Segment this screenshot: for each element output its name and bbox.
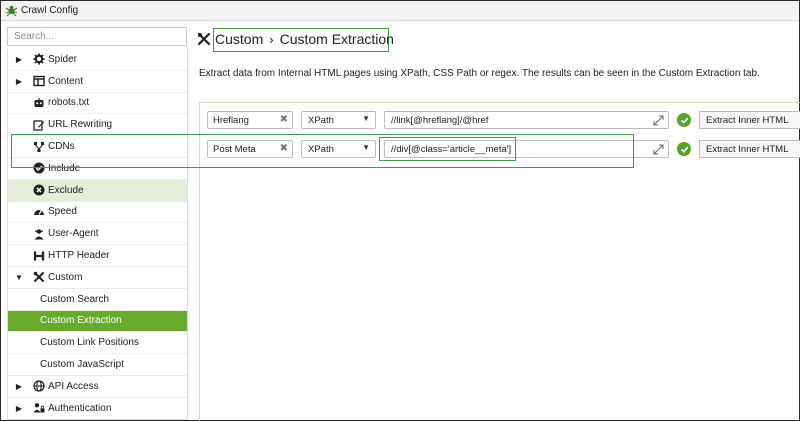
sidebar-item-label: HTTP Header	[48, 250, 110, 262]
sidebar-item-label: Speed	[48, 206, 77, 218]
sidebar-item-label: Authentication	[48, 402, 112, 414]
edit-icon	[32, 118, 45, 131]
caret-down-icon[interactable]: ▼	[14, 273, 24, 282]
x-circle-icon	[32, 184, 45, 197]
extract-mode-value: Extract Inner HTML	[706, 143, 789, 155]
tools-icon	[197, 32, 211, 46]
crawl-config-window: Crawl Config ▶ Spider ▶ Content robots.txt UR…	[0, 0, 800, 421]
expand-icon[interactable]	[653, 115, 664, 126]
extractor-row: Hreflang ✖ XPath ▼ //link[@hreflang]/@hr…	[200, 109, 800, 131]
sidebar-item-label: Custom Link Positions	[40, 337, 139, 349]
breadcrumb-separator: ›	[269, 31, 274, 47]
page-description: Extract data from Internal HTML pages us…	[199, 68, 760, 79]
user-agent-icon	[32, 227, 45, 240]
caret-right-icon[interactable]: ▶	[14, 382, 24, 391]
extractor-name-value: Hreflang	[213, 114, 249, 126]
sidebar-item-robots-txt[interactable]: robots.txt	[8, 93, 187, 115]
extract-mode-select[interactable]: Extract Inner HTML	[699, 111, 800, 129]
sidebar-item-label: Custom Extraction	[40, 315, 122, 327]
sidebar: ▶Spider▶Contentrobots.txtURL RewritingCD…	[5, 25, 188, 420]
sidebar-item-label: Custom JavaScript	[40, 359, 124, 371]
sidebar-item-custom[interactable]: ▼ Custom	[8, 267, 187, 289]
extract-mode-select[interactable]: Extract Inner HTML	[699, 140, 800, 158]
sidebar-item-custom-search[interactable]: Custom Search	[8, 289, 187, 311]
caret-right-icon[interactable]: ▶	[14, 77, 24, 86]
sidebar-item-authentication[interactable]: ▶ Authentication	[8, 398, 187, 419]
sidebar-item-spider[interactable]: ▶ Spider	[8, 49, 187, 71]
page-title: Custom › Custom Extraction	[197, 31, 394, 47]
sidebar-item-http-header[interactable]: HTTP Header	[8, 245, 187, 267]
sidebar-item-label: Spider	[48, 53, 77, 65]
sidebar-item-label: User-Agent	[48, 228, 99, 240]
sidebar-item-user-agent[interactable]: User-Agent	[8, 223, 187, 246]
valid-check-icon	[677, 113, 691, 127]
sidebar-item-custom-extraction[interactable]: Custom Extraction	[8, 310, 187, 333]
sidebar-item-custom-javascript[interactable]: Custom JavaScript	[8, 354, 187, 376]
extractor-type-value: XPath	[308, 114, 334, 126]
gear-icon	[32, 53, 45, 66]
robot-icon	[32, 96, 45, 109]
expand-icon[interactable]	[653, 144, 664, 155]
extractor-expression-value: //link[@hreflang]/@href	[391, 114, 489, 126]
sidebar-item-url-rewriting[interactable]: URL Rewriting	[8, 114, 187, 137]
sidebar-item-speed[interactable]: Speed	[8, 202, 187, 224]
tools-icon	[32, 271, 45, 284]
caret-right-icon[interactable]: ▶	[14, 404, 24, 413]
header-icon	[32, 249, 45, 262]
breadcrumb-section: Custom	[215, 31, 264, 47]
globe-icon	[32, 380, 45, 393]
breadcrumb-page: Custom Extraction	[279, 31, 394, 47]
sidebar-item-exclude[interactable]: Exclude	[8, 179, 187, 202]
title-bar: Crawl Config	[1, 1, 799, 21]
sidebar-item-content[interactable]: ▶ Content	[8, 71, 187, 93]
sidebar-item-api-access[interactable]: ▶ API Access	[8, 376, 187, 398]
caret-right-icon[interactable]: ▶	[14, 55, 24, 64]
spider-icon	[5, 4, 18, 17]
sidebar-item-label: Exclude	[48, 184, 84, 196]
window-title: Crawl Config	[21, 5, 79, 16]
main-content: Custom › Custom Extraction Extract data …	[191, 21, 800, 421]
sidebar-item-label: API Access	[48, 380, 99, 392]
expression-highlight	[379, 137, 516, 161]
clear-icon[interactable]: ✖	[280, 114, 288, 125]
valid-check-icon	[677, 142, 691, 156]
search-input[interactable]	[7, 27, 187, 46]
sidebar-item-label: Custom	[48, 271, 83, 283]
extractor-expression-field[interactable]: //link[@hreflang]/@href	[384, 111, 669, 129]
speedometer-icon	[32, 205, 45, 218]
sidebar-item-label: Custom Search	[40, 293, 109, 305]
content-icon	[32, 75, 45, 88]
sidebar-item-custom-link-positions[interactable]: Custom Link Positions	[8, 332, 187, 355]
users-lock-icon	[32, 402, 45, 415]
sidebar-nav: ▶ Spider ▶ Content robots.txt URL Rewriting CD…	[7, 49, 188, 420]
extract-mode-value: Extract Inner HTML	[706, 114, 789, 126]
extractor-type-select[interactable]: XPath ▼	[301, 111, 376, 129]
sidebar-item-label: robots.txt	[48, 97, 90, 109]
extractor-name-field[interactable]: Hreflang ✖	[207, 111, 293, 129]
sidebar-item-label: Content	[48, 75, 84, 87]
chevron-down-icon: ▼	[362, 114, 370, 123]
sidebar-item-label: URL Rewriting	[48, 119, 113, 131]
row-highlight	[11, 134, 634, 168]
